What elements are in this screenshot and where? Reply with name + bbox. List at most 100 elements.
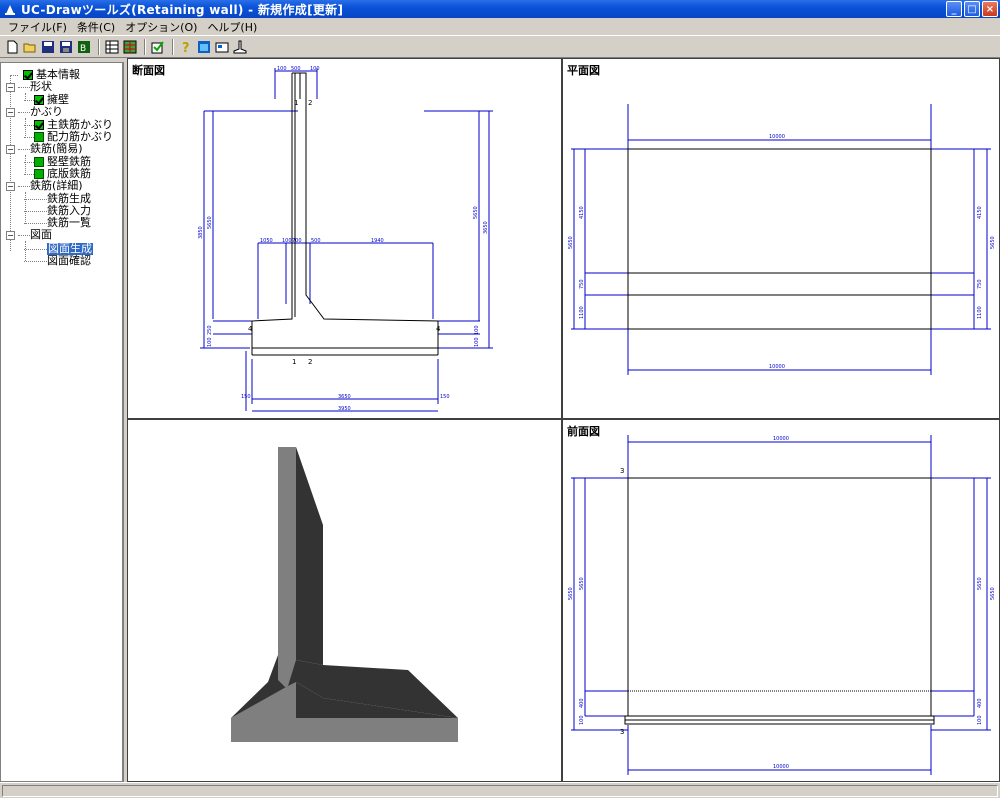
dim-mid-b: 100: [282, 238, 292, 244]
menu-file[interactable]: ファイル(F): [3, 19, 72, 35]
dim-bottom: 10000: [769, 364, 785, 370]
dim-l2: 5650: [568, 236, 574, 249]
dim-bottom-c: 150: [440, 394, 450, 400]
svg-text:?: ?: [182, 41, 190, 54]
front-view-pane[interactable]: 前面図 10000 10000 5650 5650 400 100 5650 5: [562, 419, 1000, 782]
dim-l4: 1100: [579, 306, 585, 319]
mark-4-right: 4: [436, 325, 441, 333]
mark-1: 1: [294, 99, 298, 107]
dim-l3: 400: [579, 698, 585, 708]
dim-r4: 100: [977, 715, 983, 725]
tree-view: 基本情報 − 形状 擁壁 − かぶり 主鉄筋かぶり 配力筋かぶり − 鉄筋(簡易) 竪…: [0, 62, 124, 782]
dim-bottom-a: 150: [241, 394, 251, 400]
grid-icon[interactable]: [122, 39, 138, 55]
toolbar: B ?: [0, 36, 1000, 58]
mark-3-bottom: 3: [620, 728, 624, 736]
menu-help[interactable]: ヘルプ(H): [202, 19, 262, 35]
dim-base-a: 250: [207, 325, 213, 335]
save-icon[interactable]: [40, 39, 56, 55]
checked-icon: [34, 95, 44, 105]
dim-l1: 4150: [579, 206, 585, 219]
collapse-icon[interactable]: −: [6, 82, 15, 92]
mark-2-bottom: 2: [308, 358, 312, 366]
help-icon[interactable]: ?: [178, 39, 194, 55]
dim-l2: 5650: [579, 577, 585, 590]
dim-l1: 5650: [568, 587, 574, 600]
table-icon[interactable]: [104, 39, 120, 55]
status-square-icon: [34, 169, 44, 179]
menu-conditions[interactable]: 条件(C): [72, 19, 120, 35]
dim-top: 10000: [769, 134, 785, 140]
dim-r3: 750: [977, 279, 983, 289]
window-icon[interactable]: [196, 39, 212, 55]
window-title: UC-Drawツールズ(Retaining wall) - 新規作成[更新]: [21, 2, 344, 17]
tree-item-cover[interactable]: − かぶり: [6, 106, 63, 118]
tree-item-shape[interactable]: − 形状: [6, 81, 52, 93]
dim-mid-c: 700: [292, 238, 302, 244]
3d-view-pane[interactable]: [127, 419, 562, 782]
section-view-pane[interactable]: 断面図 100 500 100 1050 100 700 500 1940 38…: [127, 58, 562, 419]
minimize-button[interactable]: _: [946, 1, 962, 17]
dim-r3: 400: [977, 698, 983, 708]
toolbar-separator: [98, 38, 100, 55]
collapse-icon[interactable]: −: [6, 107, 15, 117]
dim-top-b: 500: [291, 66, 301, 72]
dim-r2: 5650: [977, 577, 983, 590]
checked-icon: [23, 70, 33, 80]
dim-left-h2: 5650: [207, 216, 213, 229]
collapse-icon[interactable]: −: [6, 181, 15, 191]
tree-item-drawing-confirm[interactable]: 図面確認: [24, 255, 91, 267]
section-drawing: 100 500 100 1050 100 700 500 1940 3850 5…: [198, 66, 493, 412]
export-icon[interactable]: B: [76, 39, 92, 55]
front-drawing: 10000 10000 5650 5650 400 100 5650 5650 …: [568, 435, 996, 775]
new-icon[interactable]: [4, 39, 20, 55]
wall-icon[interactable]: [232, 39, 248, 55]
mark-1-bottom: 1: [292, 358, 296, 366]
check-icon[interactable]: [150, 39, 166, 55]
tree-item-drawing[interactable]: − 図面: [6, 229, 52, 241]
toolbar-separator: [144, 38, 146, 55]
save-as-icon[interactable]: [58, 39, 74, 55]
toolbar-separator: [172, 38, 174, 55]
card-icon[interactable]: [214, 39, 230, 55]
dim-r4: 1100: [977, 306, 983, 319]
dim-top: 10000: [773, 436, 789, 442]
dim-r2: 5650: [990, 236, 996, 249]
checked-icon: [34, 120, 44, 130]
dim-bottom: 10000: [773, 764, 789, 770]
app-icon: [3, 2, 17, 16]
dim-left-h1: 3850: [198, 226, 204, 239]
mark-4-left: 4: [248, 325, 253, 333]
dim-bottom-total: 3950: [338, 406, 351, 412]
dim-l4: 100: [579, 715, 585, 725]
mark-3-top: 3: [620, 467, 624, 475]
dim-r1: 5650: [990, 587, 996, 600]
dim-mid-e: 1940: [371, 238, 384, 244]
plan-view-pane[interactable]: 平面図 10000 10000 5650 4150 750 1100 5650 …: [562, 58, 1000, 419]
open-icon[interactable]: [22, 39, 38, 55]
dimension-lines: [200, 68, 493, 412]
svg-text:B: B: [80, 44, 86, 54]
dim-right-h1: 5650: [473, 206, 479, 219]
status-bar: [0, 782, 1000, 798]
close-button[interactable]: ×: [982, 1, 998, 17]
collapse-icon[interactable]: −: [6, 230, 15, 240]
dim-l3: 750: [579, 279, 585, 289]
title-bar: UC-Drawツールズ(Retaining wall) - 新規作成[更新] _…: [0, 0, 1000, 18]
status-cell: [2, 785, 998, 797]
dim-top-a: 100: [277, 66, 287, 72]
dim-mid-a: 1050: [260, 238, 273, 244]
dim-base-d: 100: [474, 337, 480, 347]
menu-options[interactable]: オプション(O): [120, 19, 202, 35]
mark-2: 2: [308, 99, 312, 107]
tree-item-rebar-detail[interactable]: − 鉄筋(詳細): [6, 180, 83, 192]
dim-bottom-b: 3650: [338, 394, 351, 400]
dim-mid-d: 500: [311, 238, 321, 244]
tree-item-rebar-simple[interactable]: − 鉄筋(簡易): [6, 143, 83, 155]
maximize-button[interactable]: □: [964, 1, 980, 17]
status-square-icon: [34, 132, 44, 142]
collapse-icon[interactable]: −: [6, 144, 15, 154]
wall-outline: [251, 72, 439, 356]
dim-r1: 4150: [977, 206, 983, 219]
menu-bar: ファイル(F) 条件(C) オプション(O) ヘルプ(H): [0, 18, 1000, 36]
